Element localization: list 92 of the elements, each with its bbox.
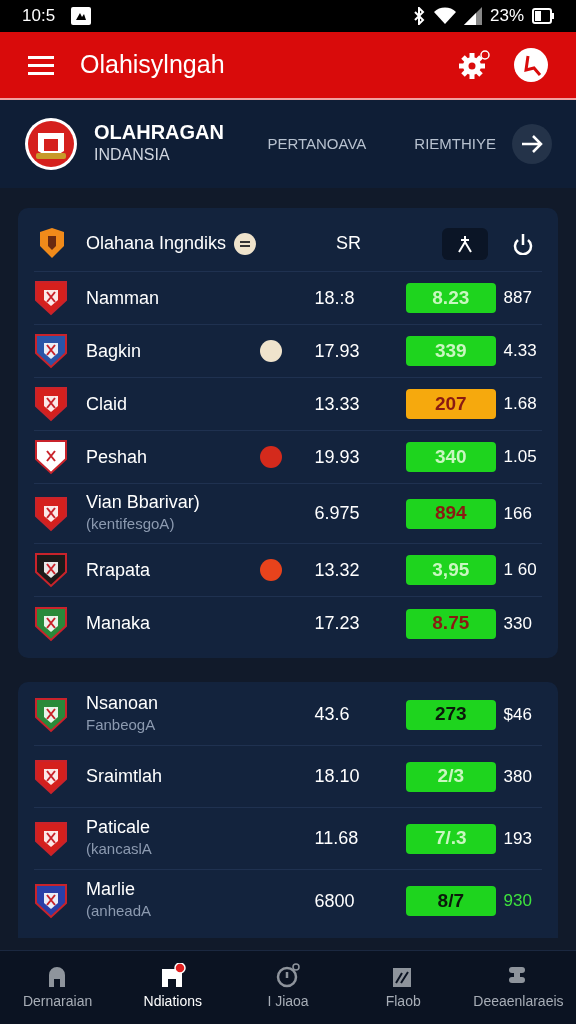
crest-icon [34,758,68,795]
stat-value: 330 [503,612,533,635]
arrow-icon [521,135,543,153]
team-name: Peshah [86,446,149,468]
shield-icon [38,227,66,260]
team-name: Manaka [86,613,152,634]
stat-value: 887 [503,287,533,310]
score-badge: 273 [406,699,496,730]
battery-icon [532,8,554,24]
stat-value: 17.23 [314,612,361,635]
score-badge: 339 [406,336,496,366]
team-name: Paticale [86,816,152,838]
stat-value: 4.33 [503,340,538,363]
settings-icon [458,50,490,80]
crest-icon [34,883,68,919]
stat-value: 17.93 [314,339,361,363]
clock-time: 10:5 [22,5,56,28]
crest-icon [34,820,68,857]
nav-icon [275,963,301,989]
team-subtitle: FanbeogA [86,714,157,735]
crest-icon [34,439,68,475]
stat-value: 6800 [314,889,356,913]
team-subtitle: (anheadA [86,901,153,922]
nav-tab[interactable]: Dernaraian [0,959,116,1016]
score-badge: 340 [406,442,496,472]
column-header: SR [336,232,362,255]
team-name: Bagkin [86,340,143,362]
wifi-icon [433,7,456,25]
power-icon [512,232,534,255]
stat-value: 930 [503,890,533,913]
score-badge: 3,95 [406,555,496,585]
nav-tab[interactable]: I Jiaoa [230,959,346,1016]
stat-value: 18.10 [314,765,361,788]
stat-value: 166 [503,502,533,525]
team-name: Vian Bbarivar) [86,491,201,513]
stat-value: 6.975 [314,502,361,525]
nav-tab[interactable]: Flaob [345,959,461,1016]
stat-value: 193 [503,827,533,850]
stat-value: 1 60 [503,559,538,582]
app-title: Olahisylngah [80,49,226,81]
team-name: Sraimtlah [86,766,164,787]
team-subtitle: (kentifesgoA) [86,513,176,534]
figure-icon [456,233,474,254]
crest-icon [34,386,68,422]
score-badge: 8/7 [406,886,496,916]
team-name: Marlie [86,879,136,901]
nav-icon [159,963,186,989]
score-badge: 207 [406,389,496,419]
crest-icon [34,333,68,369]
crest-icon [34,280,68,316]
stat-value: 13.32 [314,558,361,582]
brand-subtitle: INDANSIA [94,145,171,165]
emblem-icon [24,117,78,171]
stat-value: 1.05 [503,446,538,469]
crest-icon [34,552,68,588]
menu-icon [28,55,54,75]
stat-value: 18.:8 [314,286,356,310]
stat-value: 13.33 [314,392,361,416]
stat-value: 11.68 [314,827,360,850]
next-button[interactable] [512,124,552,164]
signal-icon [463,7,482,25]
stat-value: 19.93 [314,445,361,469]
equals-icon [234,232,257,255]
score-badge: 2/3 [406,761,496,792]
score-badge: 7/.3 [406,823,496,854]
download-button[interactable] [512,232,534,255]
stat-value: 1.68 [503,393,538,416]
battery-percent: 23% [489,5,524,28]
score-badge: 894 [406,498,496,529]
brand-name: OLAHRAGAN [94,121,225,143]
crest-icon [34,696,68,733]
stat-value: 380 [503,765,533,788]
league-title: Olahana Ingndiks [86,233,227,254]
nav-tab[interactable]: Ndiations [115,959,231,1016]
score-badge: 8.75 [406,608,496,639]
score-badge: 8.23 [406,283,496,313]
nav-tab[interactable]: Deeaenlaraeis [460,959,576,1016]
stat-value: $46 [503,703,533,726]
bluetooth-icon [411,7,426,25]
crest-icon [34,495,68,532]
menu-button[interactable] [28,55,54,75]
filter-button[interactable] [442,227,488,260]
team-name: Rrapata [86,559,152,581]
team-name: Nsanoan [86,692,160,714]
header-tab[interactable]: PERTANOAVA [267,128,367,160]
team-name: Namman [86,287,161,309]
stat-value: 43.6 [314,703,351,726]
team-subtitle: (kancaslA [86,838,153,859]
crest-icon [34,605,68,642]
header-tab[interactable]: RIEMTHIYE [414,128,496,160]
team-name: Claid [86,393,129,415]
settings-button[interactable] [458,50,490,80]
